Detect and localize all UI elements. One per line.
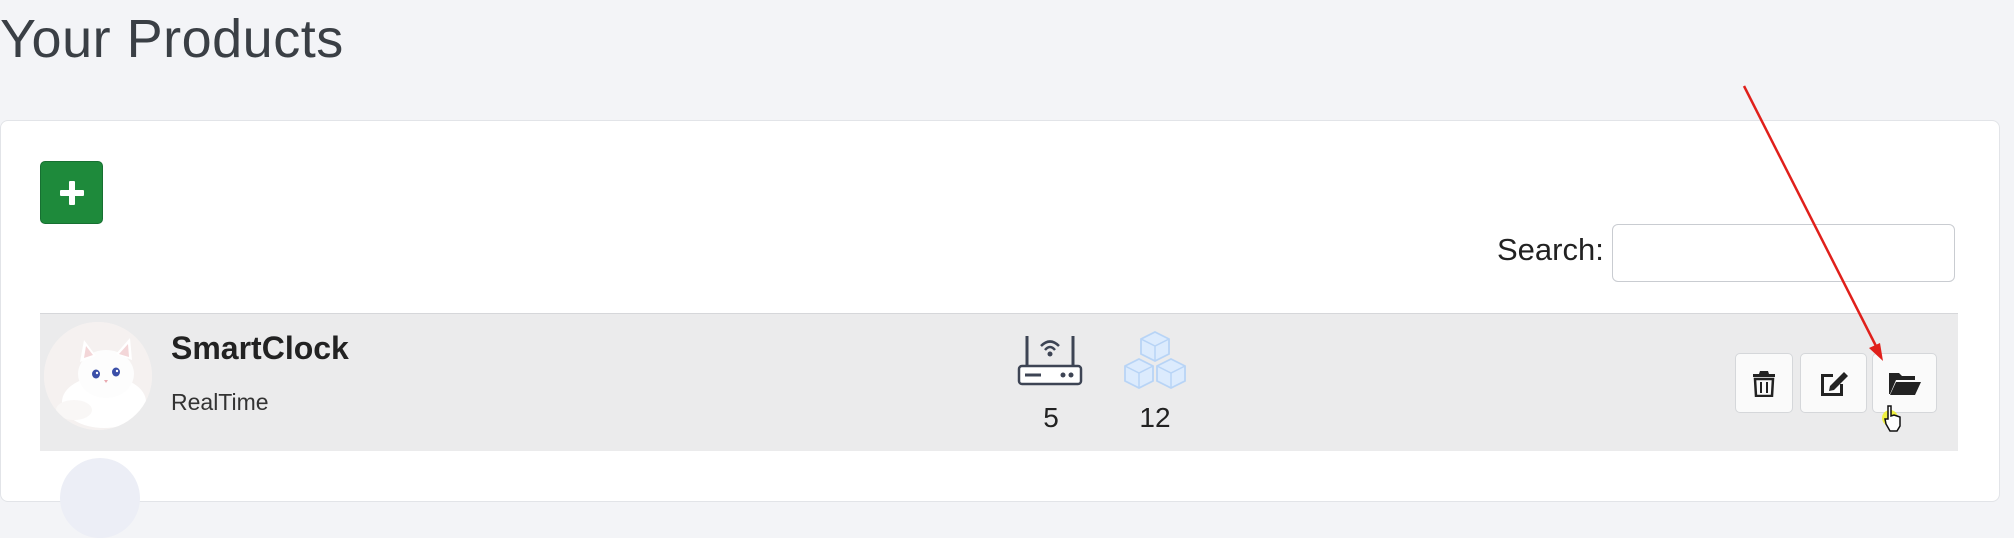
product-name[interactable]: SmartClock bbox=[171, 330, 349, 367]
product-avatar bbox=[60, 458, 140, 538]
kitten-photo bbox=[44, 322, 152, 430]
delete-button[interactable] bbox=[1735, 353, 1793, 413]
search-label: Search: bbox=[1497, 232, 1604, 267]
add-product-button[interactable] bbox=[40, 161, 103, 224]
edit-icon bbox=[1820, 372, 1848, 396]
folder-open-icon bbox=[1888, 373, 1921, 395]
module-count: 12 bbox=[1139, 402, 1171, 433]
product-subtitle: RealTime bbox=[171, 389, 269, 415]
product-avatar bbox=[44, 322, 152, 430]
page-title: Your Products bbox=[0, 9, 344, 69]
open-button[interactable] bbox=[1872, 353, 1937, 413]
plus-icon bbox=[59, 180, 84, 205]
device-count: 5 bbox=[1043, 402, 1059, 433]
edit-button[interactable] bbox=[1800, 353, 1867, 413]
trash-icon bbox=[1753, 371, 1775, 397]
table-row[interactable] bbox=[40, 451, 1958, 481]
cubes-icon bbox=[1124, 330, 1186, 390]
router-icon bbox=[1017, 336, 1083, 386]
search-input[interactable] bbox=[1612, 224, 1955, 282]
